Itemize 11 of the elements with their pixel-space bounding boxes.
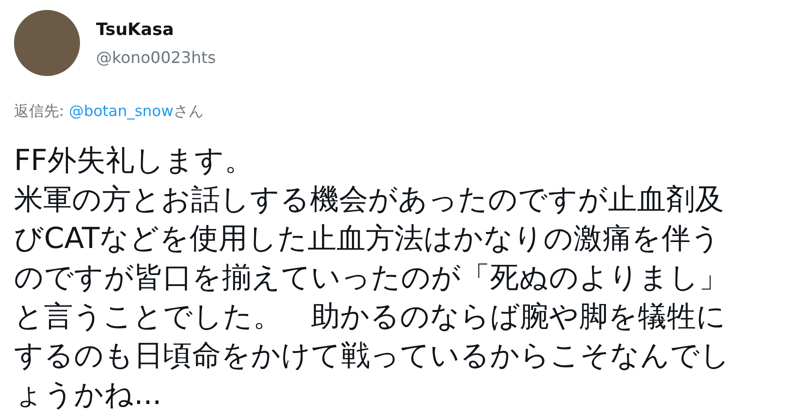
tweet-text-line: するのも日頃命をかけて戦っているからこそなんでし — [14, 337, 731, 374]
tweet-text-line: びCATなどを使用した止血方法はかなりの激痛を伴う — [14, 220, 722, 257]
display-name: TsuKasa — [96, 20, 175, 40]
user-handle: @kono0023hts — [96, 48, 216, 66]
mention-link[interactable]: @botan_snow — [68, 102, 174, 120]
tweet-text-line: のですが皆口を揃えていったのが「死ぬのよりまし」 — [14, 259, 729, 296]
reply-to-line: 返信先: @botan_snowさん — [14, 102, 204, 121]
tweet-text-line: 米軍の方とお話しする機会があったのですが止血剤及 — [14, 181, 725, 218]
tweet-text-line: FF外失礼します。 — [14, 142, 254, 179]
tweet-text-line: ょうかね... — [14, 376, 163, 413]
tweet-text-line: と言うことでした。 助かるのならば腕や脚を犠牲に — [14, 298, 727, 335]
